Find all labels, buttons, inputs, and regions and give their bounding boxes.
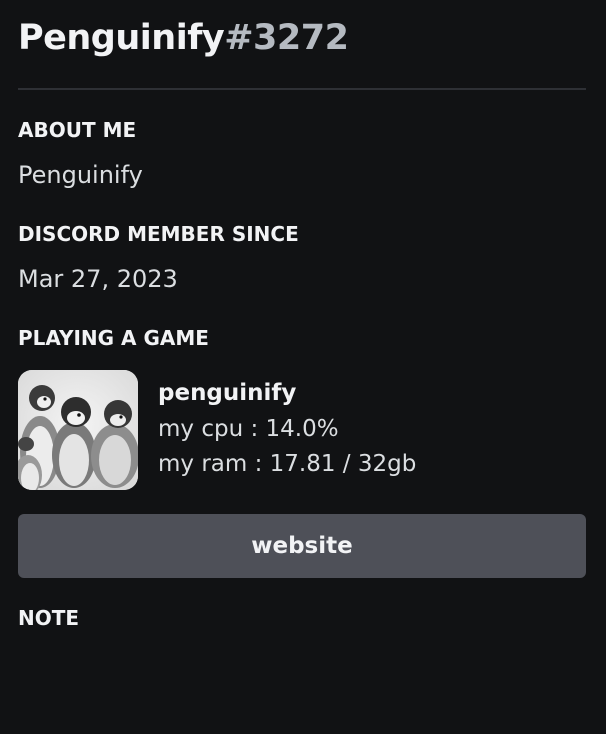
username: Penguinify — [18, 18, 225, 58]
member-since-date: Mar 27, 2023 — [18, 265, 178, 293]
game-state: my ram : 17.81 / 32gb — [158, 451, 417, 477]
member-since-heading: DISCORD MEMBER SINCE — [18, 222, 299, 246]
about-me-heading: ABOUT ME — [18, 118, 137, 142]
website-button[interactable]: website — [18, 514, 586, 578]
game-details: my cpu : 14.0% — [158, 416, 339, 442]
penguins-image — [18, 370, 138, 490]
profile-name: Penguinify#3272 — [18, 18, 349, 58]
game-name: penguinify — [158, 380, 297, 406]
note-heading: NOTE — [18, 606, 80, 630]
divider — [18, 88, 586, 90]
about-me-text: Penguinify — [18, 161, 143, 189]
playing-heading: PLAYING A GAME — [18, 326, 209, 350]
discriminator: #3272 — [224, 18, 349, 58]
user-profile-panel: Penguinify#3272 ABOUT ME Penguinify DISC… — [0, 0, 606, 734]
